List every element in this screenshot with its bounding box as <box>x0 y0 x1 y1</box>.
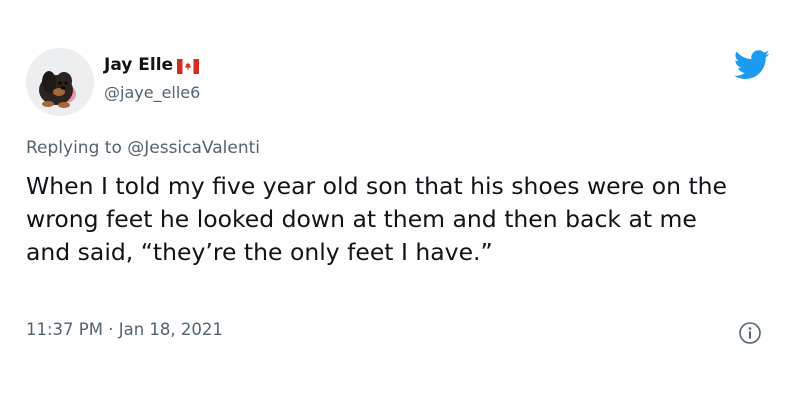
author-handle[interactable]: @jaye_elle6 <box>104 83 200 102</box>
tweet-timestamp[interactable]: 11:37 PM · Jan 18, 2021 <box>26 320 223 339</box>
author-display-name[interactable]: Jay Elle <box>104 55 173 75</box>
replying-to-line: Replying to @JessicaValenti <box>26 138 260 158</box>
twitter-bird-icon[interactable] <box>734 50 770 80</box>
info-icon[interactable] <box>738 321 762 345</box>
dog-avatar-image <box>26 48 94 116</box>
replying-to-label: Replying to <box>26 138 122 158</box>
avatar[interactable] <box>26 48 94 116</box>
tweet-card: Jay Elle @jaye_elle6 Replying to @Jessic… <box>0 0 800 400</box>
author-name-row: Jay Elle <box>104 52 200 78</box>
replying-to-mention-link[interactable]: @JessicaValenti <box>127 138 260 158</box>
tweet-text: When I told my five year old son that hi… <box>26 172 728 266</box>
canada-flag-icon <box>177 58 200 74</box>
